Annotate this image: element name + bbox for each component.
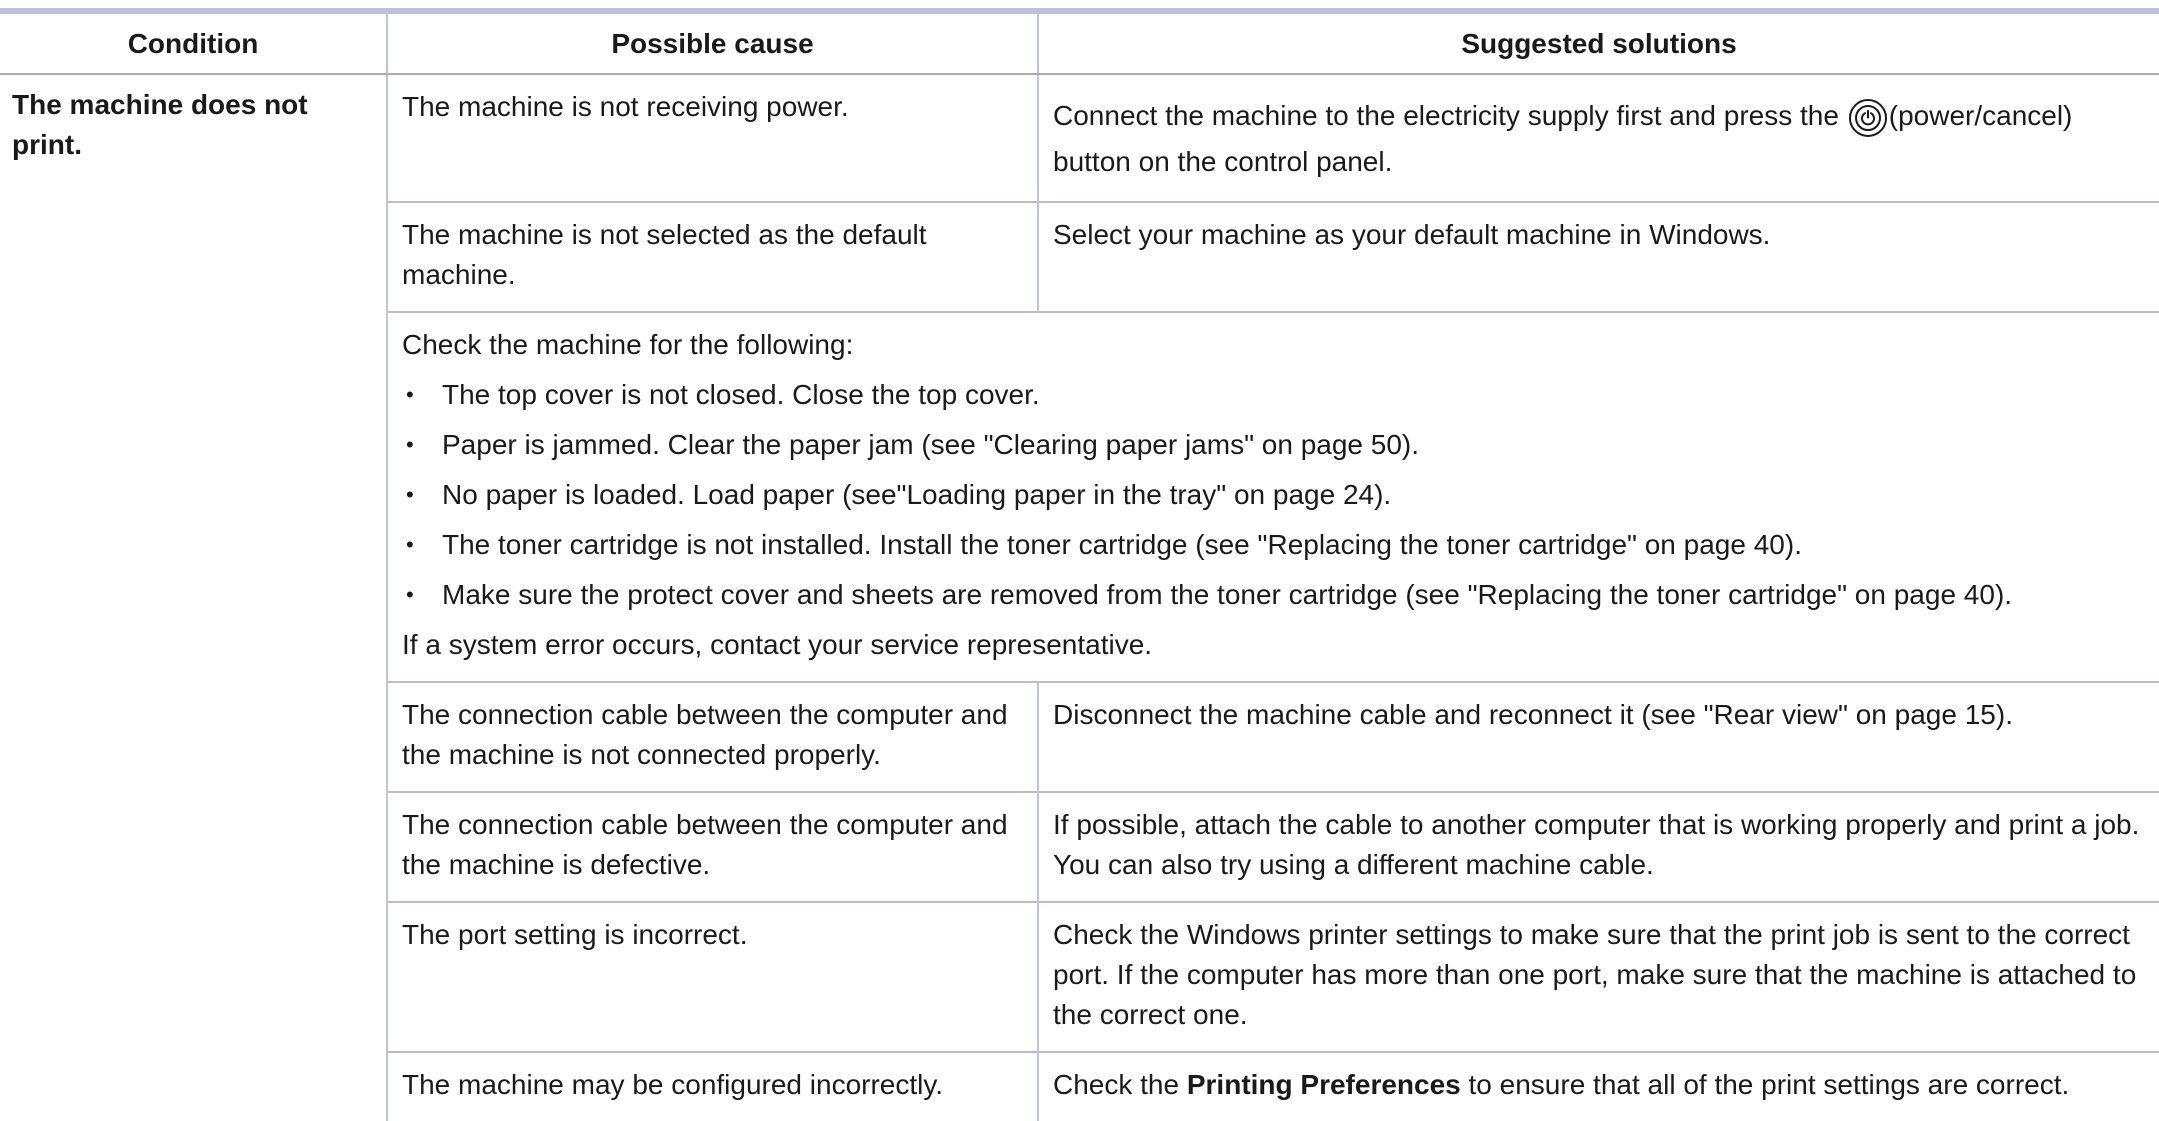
list-item: No paper is loaded. Load paper (see"Load… [402,475,2145,515]
check-intro: Check the machine for the following: [402,329,854,360]
table-row: The machine does not print. The machine … [0,74,2159,202]
check-list-cell: Check the machine for the following: The… [386,311,2159,682]
troubleshooting-table: Condition Possible cause Suggested solut… [0,14,2159,1121]
list-item: The toner cartridge is not installed. In… [402,525,2145,565]
cause-cell: The connection cable between the compute… [386,681,1038,792]
list-item: Paper is jammed. Clear the paper jam (se… [402,425,2145,465]
cause-cell: The machine is not selected as the defau… [386,201,1038,312]
check-list: The top cover is not closed. Close the t… [402,375,2145,615]
solution-cell: Check the Printing Preferences to ensure… [1037,1051,2159,1121]
header-condition: Condition [0,14,387,75]
check-footer: If a system error occurs, contact your s… [402,629,1153,660]
solution-cell: If possible, attach the cable to another… [1037,791,2159,902]
cause-cell: The port setting is incorrect. [386,901,1038,1052]
header-row: Condition Possible cause Suggested solut… [0,14,2159,75]
solution-text: Check the [1053,1069,1180,1100]
list-item: The top cover is not closed. Close the t… [402,375,2145,415]
cause-cell: The machine may be configured incorrectl… [386,1051,1038,1121]
solution-text: to ensure that all of the print settings… [1468,1069,2070,1100]
cause-cell: The machine is not receiving power. [386,74,1038,202]
solution-cell: Disconnect the machine cable and reconne… [1037,681,2159,792]
header-possible-cause: Possible cause [386,14,1038,75]
solution-text: Connect the machine to the electricity s… [1053,100,1839,131]
condition-cell: The machine does not print. [12,89,308,160]
list-item: Make sure the protect cover and sheets a… [402,575,2145,615]
cause-cell: The connection cable between the compute… [386,791,1038,902]
printing-preferences-label: Printing Preferences [1186,1069,1461,1100]
solution-cell: Check the Windows printer settings to ma… [1037,901,2159,1052]
solution-cell: Connect the machine to the electricity s… [1037,74,2159,202]
header-suggested-solutions: Suggested solutions [1037,14,2159,75]
power-icon [1848,98,1887,137]
solution-cell: Select your machine as your default mach… [1037,201,2159,312]
